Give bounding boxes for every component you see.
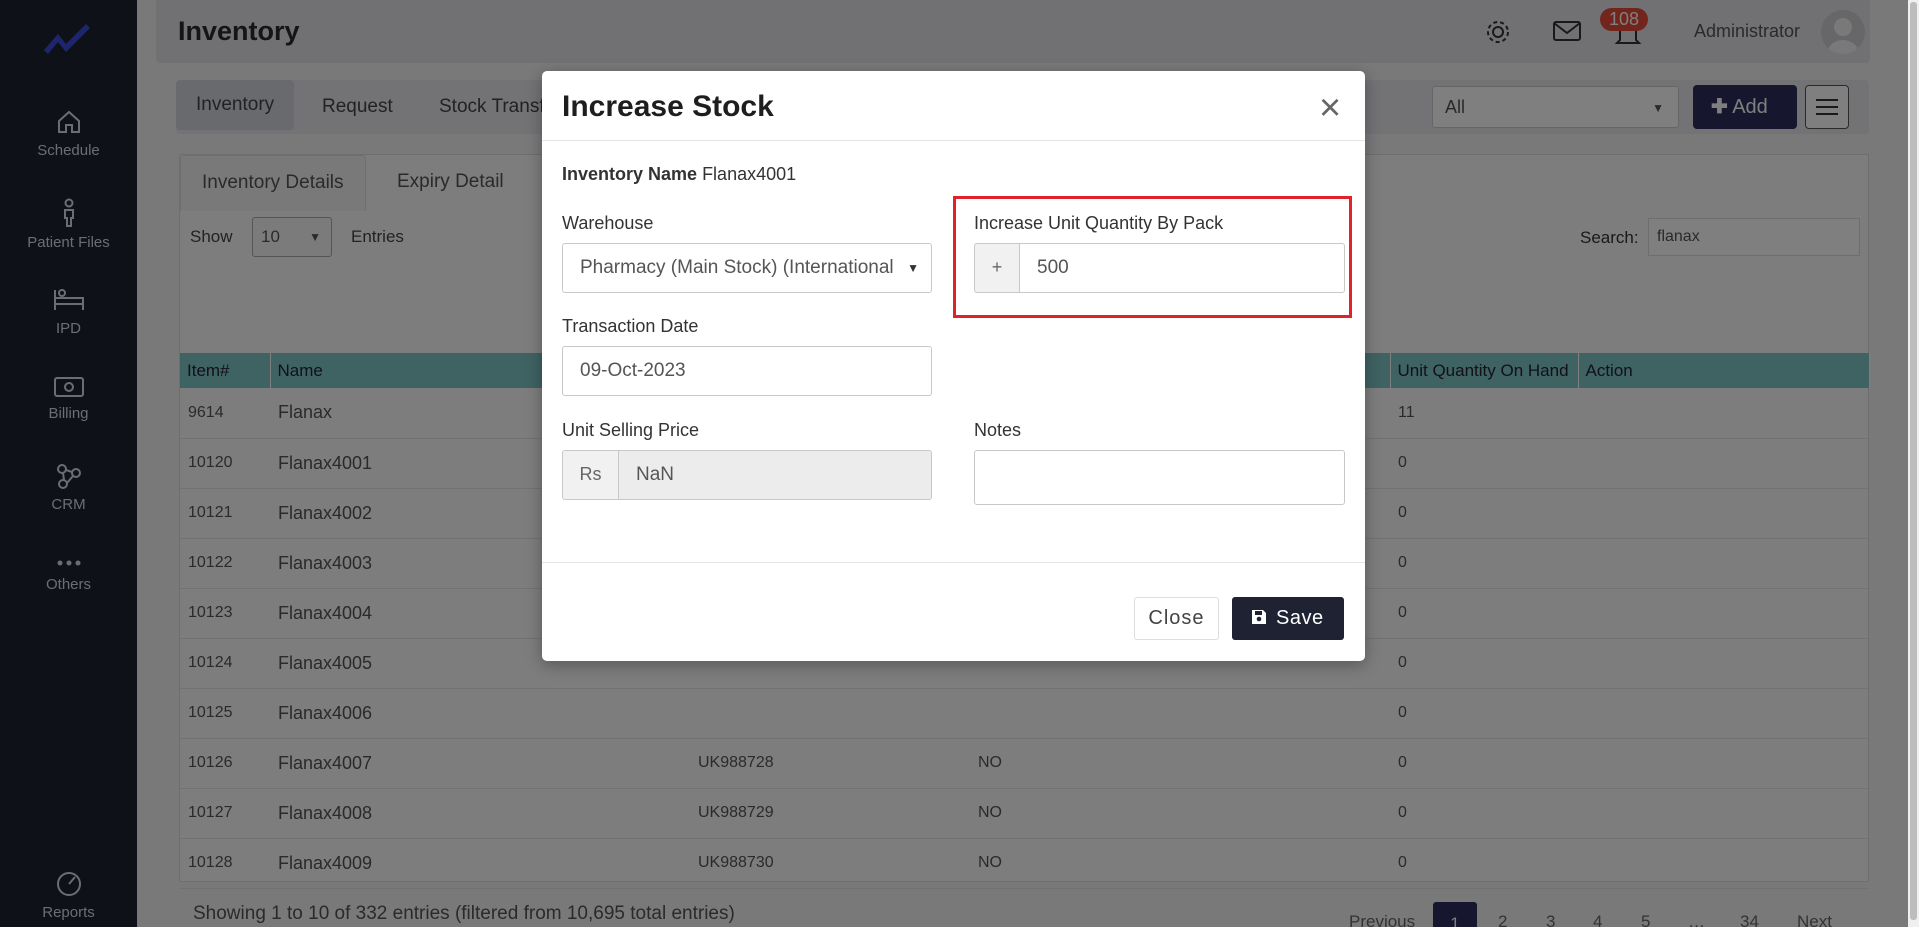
unit-price-input: NaN xyxy=(618,450,932,500)
chevron-down-icon: ▼ xyxy=(907,261,919,275)
notes-input[interactable] xyxy=(974,450,1345,505)
warehouse-label: Warehouse xyxy=(562,213,654,233)
inventory-name: Inventory Name Flanax4001 xyxy=(562,164,796,185)
modal-footer-divider xyxy=(542,562,1365,563)
warehouse-select[interactable]: Pharmacy (Main Stock) (International ▼ xyxy=(562,243,932,293)
scrollbar-thumb[interactable] xyxy=(1910,2,1917,920)
close-icon[interactable]: × xyxy=(1319,89,1341,127)
inventory-name-value: Flanax4001 xyxy=(702,164,797,184)
save-button[interactable]: Save xyxy=(1232,597,1344,640)
modal-title: Increase Stock xyxy=(562,90,774,123)
notes-label: Notes xyxy=(974,420,1022,440)
unit-price-label: Unit Selling Price xyxy=(562,420,700,440)
close-button[interactable]: Close xyxy=(1134,597,1219,640)
modal-divider xyxy=(542,140,1365,141)
currency-addon: Rs xyxy=(562,450,619,500)
save-button-label: Save xyxy=(1276,607,1324,629)
save-icon xyxy=(1252,610,1266,624)
inventory-name-label: Inventory Name xyxy=(562,164,698,184)
transaction-date-input[interactable]: 09-Oct-2023 xyxy=(562,346,932,396)
transaction-date-label: Transaction Date xyxy=(562,316,699,336)
increase-stock-modal: Increase Stock × Inventory Name Flanax40… xyxy=(542,71,1365,661)
warehouse-value: Pharmacy (Main Stock) (International xyxy=(580,257,894,278)
highlight-box xyxy=(953,196,1352,318)
